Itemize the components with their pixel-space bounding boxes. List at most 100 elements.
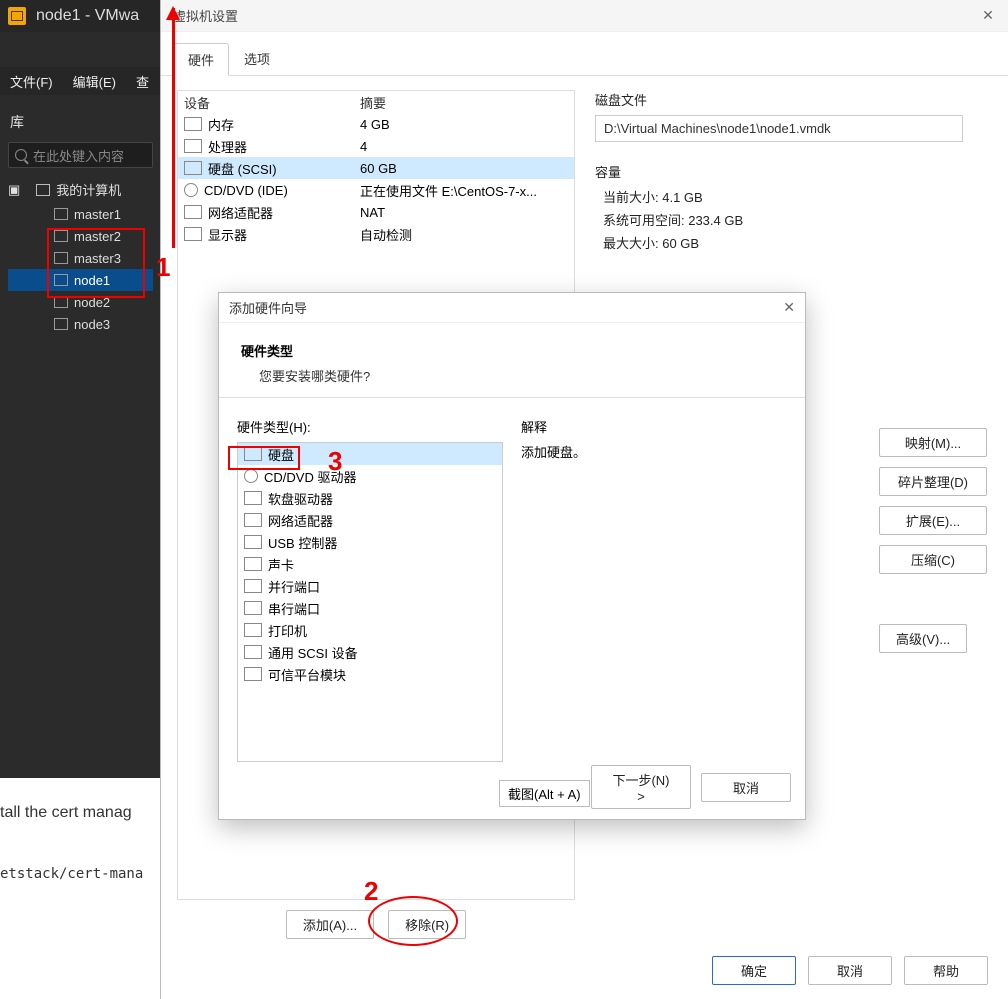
vm-icon — [54, 208, 68, 220]
wizard-subheading: 您要安装哪类硬件? — [259, 366, 783, 385]
cdrom-icon — [184, 183, 198, 197]
hw-item-serial[interactable]: 串行端口 — [238, 597, 502, 619]
hw-type-list[interactable]: 硬盘 CD/DVD 驱动器 软盘驱动器 网络适配器 USB 控制器 声卡 并行端… — [237, 442, 503, 762]
hw-item-tpm[interactable]: 可信平台模块 — [238, 663, 502, 685]
computer-icon — [36, 184, 50, 196]
capacity-label: 容量 — [595, 162, 991, 181]
vm-icon — [54, 296, 68, 308]
wizard-titlebar[interactable]: 添加硬件向导 ✕ — [219, 293, 805, 323]
advanced-button[interactable]: 高级(V)... — [879, 624, 967, 653]
settings-title: 虚拟机设置 — [173, 6, 238, 25]
next-button[interactable]: 下一步(N) > — [591, 765, 691, 809]
parallel-icon — [244, 579, 262, 593]
vm-icon — [54, 318, 68, 330]
search-icon — [15, 149, 27, 161]
settings-titlebar[interactable]: 虚拟机设置 ✕ — [161, 0, 1008, 32]
tree-item-master2[interactable]: master2 — [8, 225, 153, 247]
remove-hardware-button[interactable]: 移除(R) — [388, 910, 466, 939]
hw-item-cdrom[interactable]: CD/DVD 驱动器 — [238, 465, 502, 487]
tree-item-master3[interactable]: master3 — [8, 247, 153, 269]
menu-edit[interactable]: 编辑(E) — [73, 72, 116, 91]
tree-item-master1[interactable]: master1 — [8, 203, 153, 225]
cancel-button[interactable]: 取消 — [808, 956, 892, 985]
tab-options[interactable]: 选项 — [229, 42, 285, 75]
library-search[interactable]: 在此处键入内容 — [8, 142, 153, 168]
settings-close-icon[interactable]: ✕ — [968, 0, 1008, 32]
diskfile-label: 磁盘文件 — [595, 90, 991, 109]
tpm-icon — [244, 667, 262, 681]
wizard-heading: 硬件类型 — [241, 341, 783, 360]
settings-footer: 确定 取消 帮助 — [712, 956, 988, 985]
current-size: 当前大小: 4.1 GB — [595, 187, 991, 206]
cdrom-icon — [244, 469, 258, 483]
library-sidebar: 文件(F) 编辑(E) 查 库 在此处键入内容 ▣ 我的计算机 master1 … — [0, 32, 160, 778]
settings-tabs: 硬件 选项 — [161, 32, 1008, 76]
ok-button[interactable]: 确定 — [712, 956, 796, 985]
app-menubar[interactable]: 文件(F) 编辑(E) 查 — [0, 67, 160, 95]
hw-row-cpu[interactable]: 处理器4 — [178, 135, 574, 157]
app-title: node1 - VMwa — [36, 7, 139, 25]
network-icon — [184, 205, 202, 219]
compact-button[interactable]: 压缩(C) — [879, 545, 987, 574]
hw-item-network[interactable]: 网络适配器 — [238, 509, 502, 531]
map-button[interactable]: 映射(M)... — [879, 428, 987, 457]
diskfile-path[interactable]: D:\Virtual Machines\node1\node1.vmdk — [595, 115, 963, 142]
explain-label: 解释 — [521, 417, 787, 436]
hw-item-floppy[interactable]: 软盘驱动器 — [238, 487, 502, 509]
free-space: 系统可用空间: 233.4 GB — [595, 210, 991, 229]
tree-item-node3[interactable]: node3 — [8, 313, 153, 335]
tree-root[interactable]: ▣ 我的计算机 — [8, 180, 153, 199]
display-icon — [184, 227, 202, 241]
floppy-icon — [244, 491, 262, 505]
hw-item-usb[interactable]: USB 控制器 — [238, 531, 502, 553]
tab-hardware[interactable]: 硬件 — [173, 43, 229, 76]
hw-row-cdrom[interactable]: CD/DVD (IDE)正在使用文件 E:\CentOS-7-x... — [178, 179, 574, 201]
bg-line2: etstack/cert-mana — [0, 866, 143, 882]
hw-item-sound[interactable]: 声卡 — [238, 553, 502, 575]
hw-item-disk[interactable]: 硬盘 — [238, 443, 502, 465]
memory-icon — [184, 117, 202, 131]
disk-icon — [244, 447, 262, 461]
hw-item-printer[interactable]: 打印机 — [238, 619, 502, 641]
vmware-logo-icon — [8, 7, 26, 25]
cpu-icon — [184, 139, 202, 153]
wizard-title: 添加硬件向导 — [229, 298, 307, 317]
help-button[interactable]: 帮助 — [904, 956, 988, 985]
wizard-cancel-button[interactable]: 取消 — [701, 773, 791, 802]
max-size: 最大大小: 60 GB — [595, 233, 991, 252]
hw-type-label: 硬件类型(H): — [237, 417, 503, 436]
sound-icon — [244, 557, 262, 571]
vm-icon — [54, 274, 68, 286]
network-icon — [244, 513, 262, 527]
hw-row-memory[interactable]: 内存4 GB — [178, 113, 574, 135]
serial-icon — [244, 601, 262, 615]
tree-item-node2[interactable]: node2 — [8, 291, 153, 313]
expand-button[interactable]: 扩展(E)... — [879, 506, 987, 535]
hw-row-display[interactable]: 显示器自动检测 — [178, 223, 574, 245]
disk-utility-buttons: 映射(M)... 碎片整理(D) 扩展(E)... 压缩(C) — [879, 428, 987, 574]
add-hardware-button[interactable]: 添加(A)... — [286, 910, 374, 939]
usb-icon — [244, 535, 262, 549]
bg-line1: tall the cert manag — [0, 804, 132, 822]
menu-file[interactable]: 文件(F) — [10, 72, 53, 91]
col-device: 设备 — [178, 93, 354, 112]
disk-icon — [184, 161, 202, 175]
library-tree: ▣ 我的计算机 master1 master2 master3 node1 no… — [8, 180, 153, 335]
vm-icon — [54, 252, 68, 264]
hw-item-parallel[interactable]: 并行端口 — [238, 575, 502, 597]
add-hardware-wizard: 添加硬件向导 ✕ 硬件类型 您要安装哪类硬件? 硬件类型(H): 硬盘 CD/D… — [218, 292, 806, 820]
hw-row-disk[interactable]: 硬盘 (SCSI)60 GB — [178, 157, 574, 179]
col-summary: 摘要 — [354, 93, 574, 112]
screenshot-hint: 截图(Alt + A) — [499, 780, 590, 807]
hw-item-scsi[interactable]: 通用 SCSI 设备 — [238, 641, 502, 663]
menu-more[interactable]: 查 — [136, 72, 149, 91]
search-placeholder: 在此处键入内容 — [33, 146, 124, 165]
wizard-close-icon[interactable]: ✕ — [783, 299, 795, 316]
tree-item-node1[interactable]: node1 — [8, 269, 153, 291]
defrag-button[interactable]: 碎片整理(D) — [879, 467, 987, 496]
hw-row-network[interactable]: 网络适配器NAT — [178, 201, 574, 223]
printer-icon — [244, 623, 262, 637]
disk-details: 磁盘文件 D:\Virtual Machines\node1\node1.vmd… — [595, 90, 991, 266]
scsi-icon — [244, 645, 262, 659]
vm-icon — [54, 230, 68, 242]
